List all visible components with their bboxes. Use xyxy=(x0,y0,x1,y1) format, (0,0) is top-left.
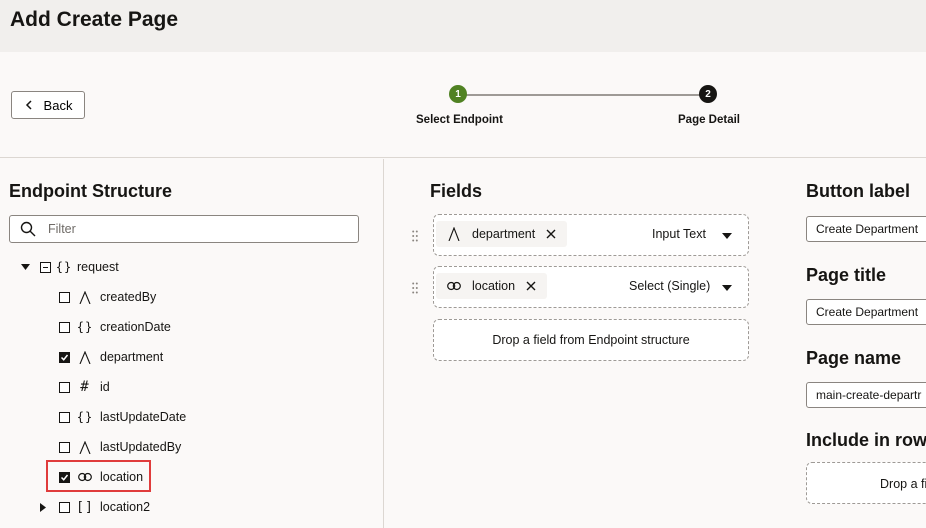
page-name-heading: Page name xyxy=(806,348,902,368)
field-drop-zone[interactable]: Drop a field from Endpoint structure xyxy=(433,319,749,361)
checkbox[interactable] xyxy=(59,381,70,393)
link-icon xyxy=(446,278,462,294)
collapse-box-icon[interactable] xyxy=(40,261,51,273)
field-row-department[interactable]: department Input Text xyxy=(433,214,749,256)
text-type-icon xyxy=(78,440,92,454)
step-1-label: Select Endpoint xyxy=(416,114,503,126)
checkbox[interactable] xyxy=(59,411,70,423)
checkbox[interactable] xyxy=(59,501,70,513)
tree-item-lastUpdateDate[interactable]: {} lastUpdateDate xyxy=(59,406,186,428)
text-type-icon xyxy=(78,350,92,364)
fields-title: Fields xyxy=(430,181,483,201)
tree-item-label: id xyxy=(100,380,110,394)
tree-item-label: lastUpdateDate xyxy=(100,410,187,424)
check-icon xyxy=(60,354,69,361)
step-2-label: Page Detail xyxy=(678,114,740,126)
page-title: Add Create Page xyxy=(10,8,179,31)
drag-handle-icon[interactable] xyxy=(412,230,418,242)
checkbox[interactable] xyxy=(59,291,70,303)
tree-item-location2[interactable]: [] location2 xyxy=(38,496,150,518)
caret-down-icon[interactable] xyxy=(722,233,732,239)
field-chip-label: department xyxy=(472,227,536,241)
object-braces-icon: {} xyxy=(55,260,73,274)
tree-item-lastUpdatedBy[interactable]: lastUpdatedBy xyxy=(59,436,181,458)
tree-root-label: request xyxy=(77,260,119,274)
endpoint-structure-title: Endpoint Structure xyxy=(9,181,172,201)
text-type-icon xyxy=(446,226,462,242)
close-icon[interactable] xyxy=(545,228,557,240)
checkbox-checked[interactable] xyxy=(59,351,70,363)
chevron-left-icon xyxy=(25,100,32,110)
highlight-box xyxy=(46,460,151,492)
tree-item-creationDate[interactable]: {} creationDate xyxy=(59,316,171,338)
back-button-label: Back xyxy=(43,97,73,113)
fields-panel: Fields department Input Text location Se… xyxy=(385,159,785,528)
checkbox[interactable] xyxy=(59,441,70,453)
button-label-input[interactable]: Create Department xyxy=(806,216,926,242)
close-icon[interactable] xyxy=(525,280,537,292)
title-bar: Add Create Page xyxy=(0,0,926,52)
tree-item-department[interactable]: department xyxy=(59,346,163,368)
field-chip-label: location xyxy=(472,279,516,293)
field-chip[interactable]: location xyxy=(436,273,548,299)
field-chip[interactable]: department xyxy=(436,221,568,247)
tree-root-request[interactable]: {} request xyxy=(20,256,119,278)
filter-input[interactable] xyxy=(48,222,328,236)
include-drop-zone[interactable]: Drop a fi xyxy=(806,462,926,504)
button-label-title: Button label xyxy=(806,181,910,201)
object-braces-icon: {} xyxy=(76,410,94,424)
wizard-header: Back 1 2 Select Endpoint Page Detail xyxy=(0,52,926,158)
page-name-input[interactable]: main-create-departr xyxy=(806,382,926,408)
field-row-location[interactable]: location Select (Single) xyxy=(433,266,749,308)
step-2-indicator[interactable]: 2 xyxy=(699,85,717,103)
tree-item-label: creationDate xyxy=(100,320,171,334)
tree-item-id[interactable]: # id xyxy=(59,376,110,398)
field-type-select[interactable]: Input Text xyxy=(652,227,706,241)
endpoint-structure-panel: Endpoint Structure {} request createdBy … xyxy=(0,159,384,528)
object-braces-icon: {} xyxy=(76,320,94,334)
caret-down-icon[interactable] xyxy=(722,285,732,291)
tree-item-createdBy[interactable]: createdBy xyxy=(59,286,156,308)
array-brackets-icon: [] xyxy=(76,499,94,515)
number-hash-icon: # xyxy=(80,379,90,395)
back-button[interactable]: Back xyxy=(11,91,85,119)
caret-right-icon[interactable] xyxy=(38,502,48,512)
caret-down-icon[interactable] xyxy=(20,262,30,272)
step-1-indicator[interactable]: 1 xyxy=(449,85,467,103)
text-type-icon xyxy=(78,290,92,304)
tree-item-label: lastUpdatedBy xyxy=(100,440,182,454)
drag-handle-icon[interactable] xyxy=(412,282,418,294)
page-title-input[interactable]: Create Department xyxy=(806,299,926,325)
page-details-panel: Button label Create Department Page titl… xyxy=(786,159,926,528)
search-icon xyxy=(20,221,36,237)
tree-item-label: department xyxy=(100,350,164,364)
field-type-select[interactable]: Select (Single) xyxy=(629,279,710,293)
checkbox[interactable] xyxy=(59,321,70,333)
tree-item-label: createdBy xyxy=(100,290,157,304)
filter-box[interactable] xyxy=(9,215,359,243)
include-in-row-heading: Include in row xyxy=(806,430,926,450)
stepper-connector xyxy=(466,94,700,96)
tree-item-label: location2 xyxy=(100,500,151,514)
page-title-heading: Page title xyxy=(806,265,887,285)
